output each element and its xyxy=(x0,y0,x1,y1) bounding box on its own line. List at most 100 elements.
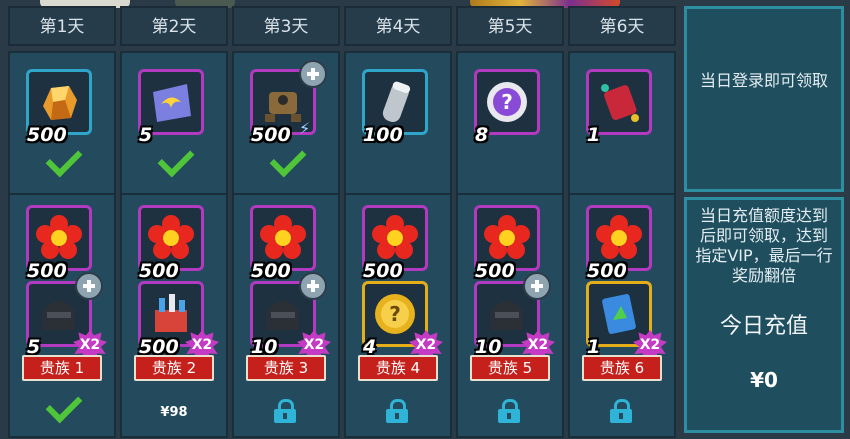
day-column-3: 第3天 500 ⚡ 500 10 X2 贵族 3 xyxy=(232,6,340,438)
vip-reward-item-1[interactable]: 500 xyxy=(474,205,540,282)
purple-mystery-chip-icon: ? xyxy=(487,82,527,122)
reward-quantity: 500 xyxy=(587,260,627,282)
reward-quantity: 500 xyxy=(139,260,179,282)
reward-quantity: 8 xyxy=(475,124,489,146)
vip-reward-cell[interactable]: 500 10 X2 贵族 5 xyxy=(456,193,564,438)
day-column-6: 第6天 1 500 1 X2 贵族 6 xyxy=(568,6,676,438)
firework-box-icon xyxy=(155,294,187,332)
check-icon xyxy=(45,386,83,424)
lock-icon xyxy=(274,399,296,423)
lightning-icon: ⚡ xyxy=(299,119,311,138)
winged-card-icon xyxy=(153,84,191,122)
recharge-info-text: 当日充值额度达到后即可领取，达到指定VIP，最后一行奖励翻倍 xyxy=(695,206,833,285)
vip-reward-item-2[interactable]: 1 X2 xyxy=(586,281,667,360)
red-flower-icon xyxy=(148,215,194,259)
login-reward-item[interactable]: 1 xyxy=(586,69,652,146)
vip-reward-item-2[interactable]: 500 X2 xyxy=(138,281,219,360)
vip-reward-cell[interactable]: 500 ? 4 X2 贵族 4 xyxy=(344,193,452,438)
login-reward-item[interactable]: 5 xyxy=(138,69,204,146)
day-column-5: 第5天 ? 8 500 10 X2 贵族 5 xyxy=(456,6,564,438)
login-reward-cell[interactable]: 500 xyxy=(8,51,116,197)
vip-reward-cell[interactable]: 500 1 X2 贵族 6 xyxy=(568,193,676,438)
day-header: 第4天 xyxy=(344,6,452,46)
reward-quantity: 5 xyxy=(139,124,153,146)
day-header: 第2天 xyxy=(120,6,228,46)
login-reward-item[interactable]: 500 xyxy=(26,69,92,146)
lock-icon xyxy=(498,399,520,423)
plus-badge-icon xyxy=(299,272,327,300)
day-column-1: 第1天 500 500 5 X2 贵族 1 xyxy=(8,6,116,438)
vip-reward-cell[interactable]: 500 5 X2 贵族 1 xyxy=(8,193,116,438)
amber-crystal-icon xyxy=(43,86,77,120)
check-icon xyxy=(45,140,83,178)
vip-level-label: 贵族 6 xyxy=(582,355,662,381)
red-scroll-icon xyxy=(601,84,639,122)
check-icon xyxy=(269,140,307,178)
reward-quantity: 500 xyxy=(27,260,67,282)
vip-price[interactable]: ¥98 xyxy=(122,405,226,420)
vip-reward-item-2[interactable]: ? 4 X2 xyxy=(362,281,443,360)
silver-canister-icon xyxy=(382,81,411,122)
day-column-2: 第2天 5 500 500 X2 贵族 2 ¥98 xyxy=(120,6,228,438)
login-reward-cell[interactable]: 100 xyxy=(344,51,452,197)
reward-quantity: 500 xyxy=(251,124,291,146)
vip-reward-item-1[interactable]: 500 xyxy=(250,205,316,282)
vip-level-label: 贵族 5 xyxy=(470,355,550,381)
login-reward-cell[interactable]: 1 xyxy=(568,51,676,197)
vip-level-label: 贵族 3 xyxy=(246,355,326,381)
blue-skill-book-icon xyxy=(602,294,636,334)
plus-badge-icon xyxy=(299,60,327,88)
vip-reward-item-1[interactable]: 500 xyxy=(138,205,204,282)
red-flower-icon xyxy=(596,215,642,259)
lock-icon xyxy=(610,399,632,423)
daily-reward-grid: 第1天 500 500 5 X2 贵族 1 第2天 5 500 500 X2 贵… xyxy=(8,6,680,438)
login-reward-cell[interactable]: 500 ⚡ xyxy=(232,51,340,197)
login-reward-item[interactable]: 100 xyxy=(362,69,428,146)
login-reward-cell[interactable]: ? 8 xyxy=(456,51,564,197)
dark-helmet-icon xyxy=(267,301,299,330)
day-header: 第3天 xyxy=(232,6,340,46)
red-flower-icon xyxy=(484,215,530,259)
plus-badge-icon xyxy=(523,272,551,300)
red-flower-icon xyxy=(36,215,82,259)
lock-icon xyxy=(386,399,408,423)
recharge-info-panel: 当日充值额度达到后即可领取，达到指定VIP，最后一行奖励翻倍 今日充值 ¥0 xyxy=(684,197,844,433)
today-recharge-title: 今日充值 xyxy=(719,314,808,339)
dark-helmet-icon xyxy=(491,301,523,330)
gold-mystery-coin-icon: ? xyxy=(375,294,415,334)
reward-quantity: 500 xyxy=(363,260,403,282)
reward-quantity: 500 xyxy=(27,124,67,146)
svg-text:?: ? xyxy=(501,90,513,114)
vip-reward-item-1[interactable]: 500 xyxy=(26,205,92,282)
plus-badge-icon xyxy=(75,272,103,300)
red-flower-icon xyxy=(372,215,418,259)
vip-reward-item-1[interactable]: 500 xyxy=(586,205,652,282)
vip-reward-item-2[interactable]: 10 X2 xyxy=(474,272,555,360)
vip-level-label: 贵族 4 xyxy=(358,355,438,381)
day-column-4: 第4天 100 500 ? 4 X2 贵族 4 xyxy=(344,6,452,438)
reward-quantity: 100 xyxy=(363,124,403,146)
svg-text:?: ? xyxy=(389,302,401,326)
vip-level-label: 贵族 2 xyxy=(134,355,214,381)
check-icon xyxy=(157,140,195,178)
today-recharge-value: ¥0 xyxy=(750,368,778,392)
red-flower-icon xyxy=(260,215,306,259)
reward-quantity: 1 xyxy=(587,124,601,146)
login-reward-item[interactable]: 500 ⚡ xyxy=(250,60,327,146)
dark-helmet-icon xyxy=(43,301,75,330)
vip-reward-cell[interactable]: 500 10 X2 贵族 3 xyxy=(232,193,340,438)
login-info-panel: 当日登录即可领取 xyxy=(684,6,844,192)
login-reward-cell[interactable]: 5 xyxy=(120,51,228,197)
vip-reward-item-2[interactable]: 10 X2 xyxy=(250,272,331,360)
reward-quantity: 500 xyxy=(251,260,291,282)
login-reward-item[interactable]: ? 8 xyxy=(474,69,540,146)
reward-quantity: 500 xyxy=(475,260,515,282)
day-header: 第1天 xyxy=(8,6,116,46)
login-info-text: 当日登录即可领取 xyxy=(699,71,828,90)
day-header: 第5天 xyxy=(456,6,564,46)
vip-reward-item-2[interactable]: 5 X2 xyxy=(26,272,107,360)
day-header: 第6天 xyxy=(568,6,676,46)
vip-reward-cell[interactable]: 500 500 X2 贵族 2 ¥98 xyxy=(120,193,228,438)
vip-level-label: 贵族 1 xyxy=(22,355,102,381)
vip-reward-item-1[interactable]: 500 xyxy=(362,205,428,282)
